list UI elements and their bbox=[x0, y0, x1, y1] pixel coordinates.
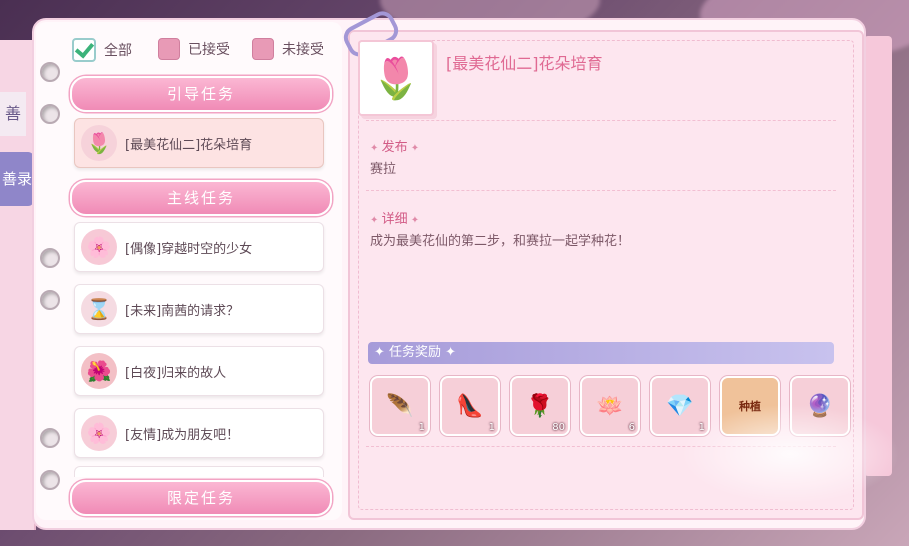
detail-label-text: 详细 bbox=[381, 212, 408, 227]
reward-count: 1 bbox=[418, 422, 425, 433]
red-lily-icon: 🌺 bbox=[81, 353, 117, 389]
section-limited-header[interactable]: 限定任务 bbox=[70, 480, 332, 516]
sparkle-icon: ✦ bbox=[407, 215, 420, 226]
ring-hole bbox=[40, 62, 60, 82]
watermark-glow bbox=[680, 404, 900, 504]
ring-hole bbox=[40, 248, 60, 268]
ring-hole bbox=[40, 290, 60, 310]
quest-item-partial bbox=[74, 466, 324, 477]
reward-slot[interactable]: 🪷 6 bbox=[580, 376, 640, 436]
filter-accepted[interactable]: 已接受 bbox=[158, 38, 230, 60]
checkbox-icon[interactable] bbox=[158, 38, 180, 60]
side-tab-top[interactable]: 善 bbox=[0, 92, 26, 136]
reward-count: 1 bbox=[488, 422, 495, 433]
filter-label: 已接受 bbox=[188, 42, 230, 58]
publisher-label: ✦ 发布 ✦ bbox=[370, 136, 419, 155]
checkbox-checked-icon[interactable] bbox=[72, 38, 96, 62]
filter-not-accepted[interactable]: 未接受 bbox=[252, 38, 324, 60]
checkbox-icon[interactable] bbox=[252, 38, 274, 60]
filter-label: 全部 bbox=[104, 43, 132, 59]
divider bbox=[366, 120, 836, 121]
sparkle-icon: ✦ bbox=[370, 143, 382, 154]
reward-slot[interactable]: 🪶 1 bbox=[370, 376, 430, 436]
quest-item-title: [友情]成为朋友吧！ bbox=[125, 427, 240, 443]
quest-item-title: [未来]南茜的请求？ bbox=[125, 303, 240, 319]
red-rose-icon: 🌹 bbox=[526, 393, 554, 419]
section-guide-header[interactable]: 引导任务 bbox=[70, 76, 332, 112]
quest-item-title: [白夜]归来的故人 bbox=[125, 365, 227, 381]
rewards-label: 任务奖励 bbox=[389, 345, 442, 360]
flower-bud-icon: 🌷 bbox=[81, 125, 117, 161]
section-main-header[interactable]: 主线任务 bbox=[70, 180, 332, 216]
quest-item-title: [最美花仙二]花朵培育 bbox=[125, 137, 253, 153]
sparkle-icon: ✦ bbox=[370, 215, 382, 226]
quest-detail-icon-frame: 🌷 bbox=[358, 40, 434, 116]
filter-label: 未接受 bbox=[282, 42, 324, 58]
reward-count: 6 bbox=[628, 422, 635, 433]
detail-label: ✦ 详细 ✦ bbox=[370, 208, 419, 227]
shoes-icon: 👠 bbox=[456, 393, 484, 419]
pink-flower-icon: 🌸 bbox=[81, 229, 117, 265]
quest-item[interactable]: ⌛ [未来]南茜的请求？ bbox=[74, 284, 324, 334]
flower-bud-icon: 🌷 bbox=[371, 55, 421, 102]
quest-item-active[interactable]: 🌷 [最美花仙二]花朵培育 bbox=[74, 118, 324, 168]
quest-item[interactable]: 🌸 [偶像]穿越时空的少女 bbox=[74, 222, 324, 272]
hourglass-icon: ⌛ bbox=[81, 291, 117, 327]
lotus-icon: 🪷 bbox=[596, 393, 624, 419]
quest-item-title: [偶像]穿越时空的少女 bbox=[125, 241, 253, 257]
feather-wand-icon: 🪶 bbox=[386, 393, 414, 419]
sakura-icon: 🌸 bbox=[81, 415, 117, 451]
sparkle-icon: ✦ bbox=[407, 143, 420, 154]
rewards-header: ✦ 任务奖励 ✦ bbox=[368, 342, 834, 364]
reward-count: 80 bbox=[552, 422, 565, 433]
quest-item[interactable]: 🌸 [友情]成为朋友吧！ bbox=[74, 408, 324, 458]
publisher-label-text: 发布 bbox=[381, 140, 408, 155]
quest-item[interactable]: 🌺 [白夜]归来的故人 bbox=[74, 346, 324, 396]
publisher-value: 赛拉 bbox=[370, 162, 397, 177]
ring-hole bbox=[40, 104, 60, 124]
sparkle-icon: ✦ bbox=[374, 345, 390, 360]
sparkle-icon: ✦ bbox=[441, 345, 457, 360]
reward-slot[interactable]: 👠 1 bbox=[440, 376, 500, 436]
side-tab-record[interactable]: 善录 bbox=[0, 152, 34, 206]
ring-hole bbox=[40, 470, 60, 490]
reward-slot[interactable]: 🌹 80 bbox=[510, 376, 570, 436]
divider bbox=[366, 190, 836, 191]
ring-hole bbox=[40, 428, 60, 448]
quest-detail-title: [最美花仙二]花朵培育 bbox=[446, 54, 603, 73]
filter-all[interactable]: 全部 bbox=[72, 38, 132, 62]
quest-description: 成为最美花仙的第二步，和赛拉一起学种花！ bbox=[370, 234, 631, 249]
